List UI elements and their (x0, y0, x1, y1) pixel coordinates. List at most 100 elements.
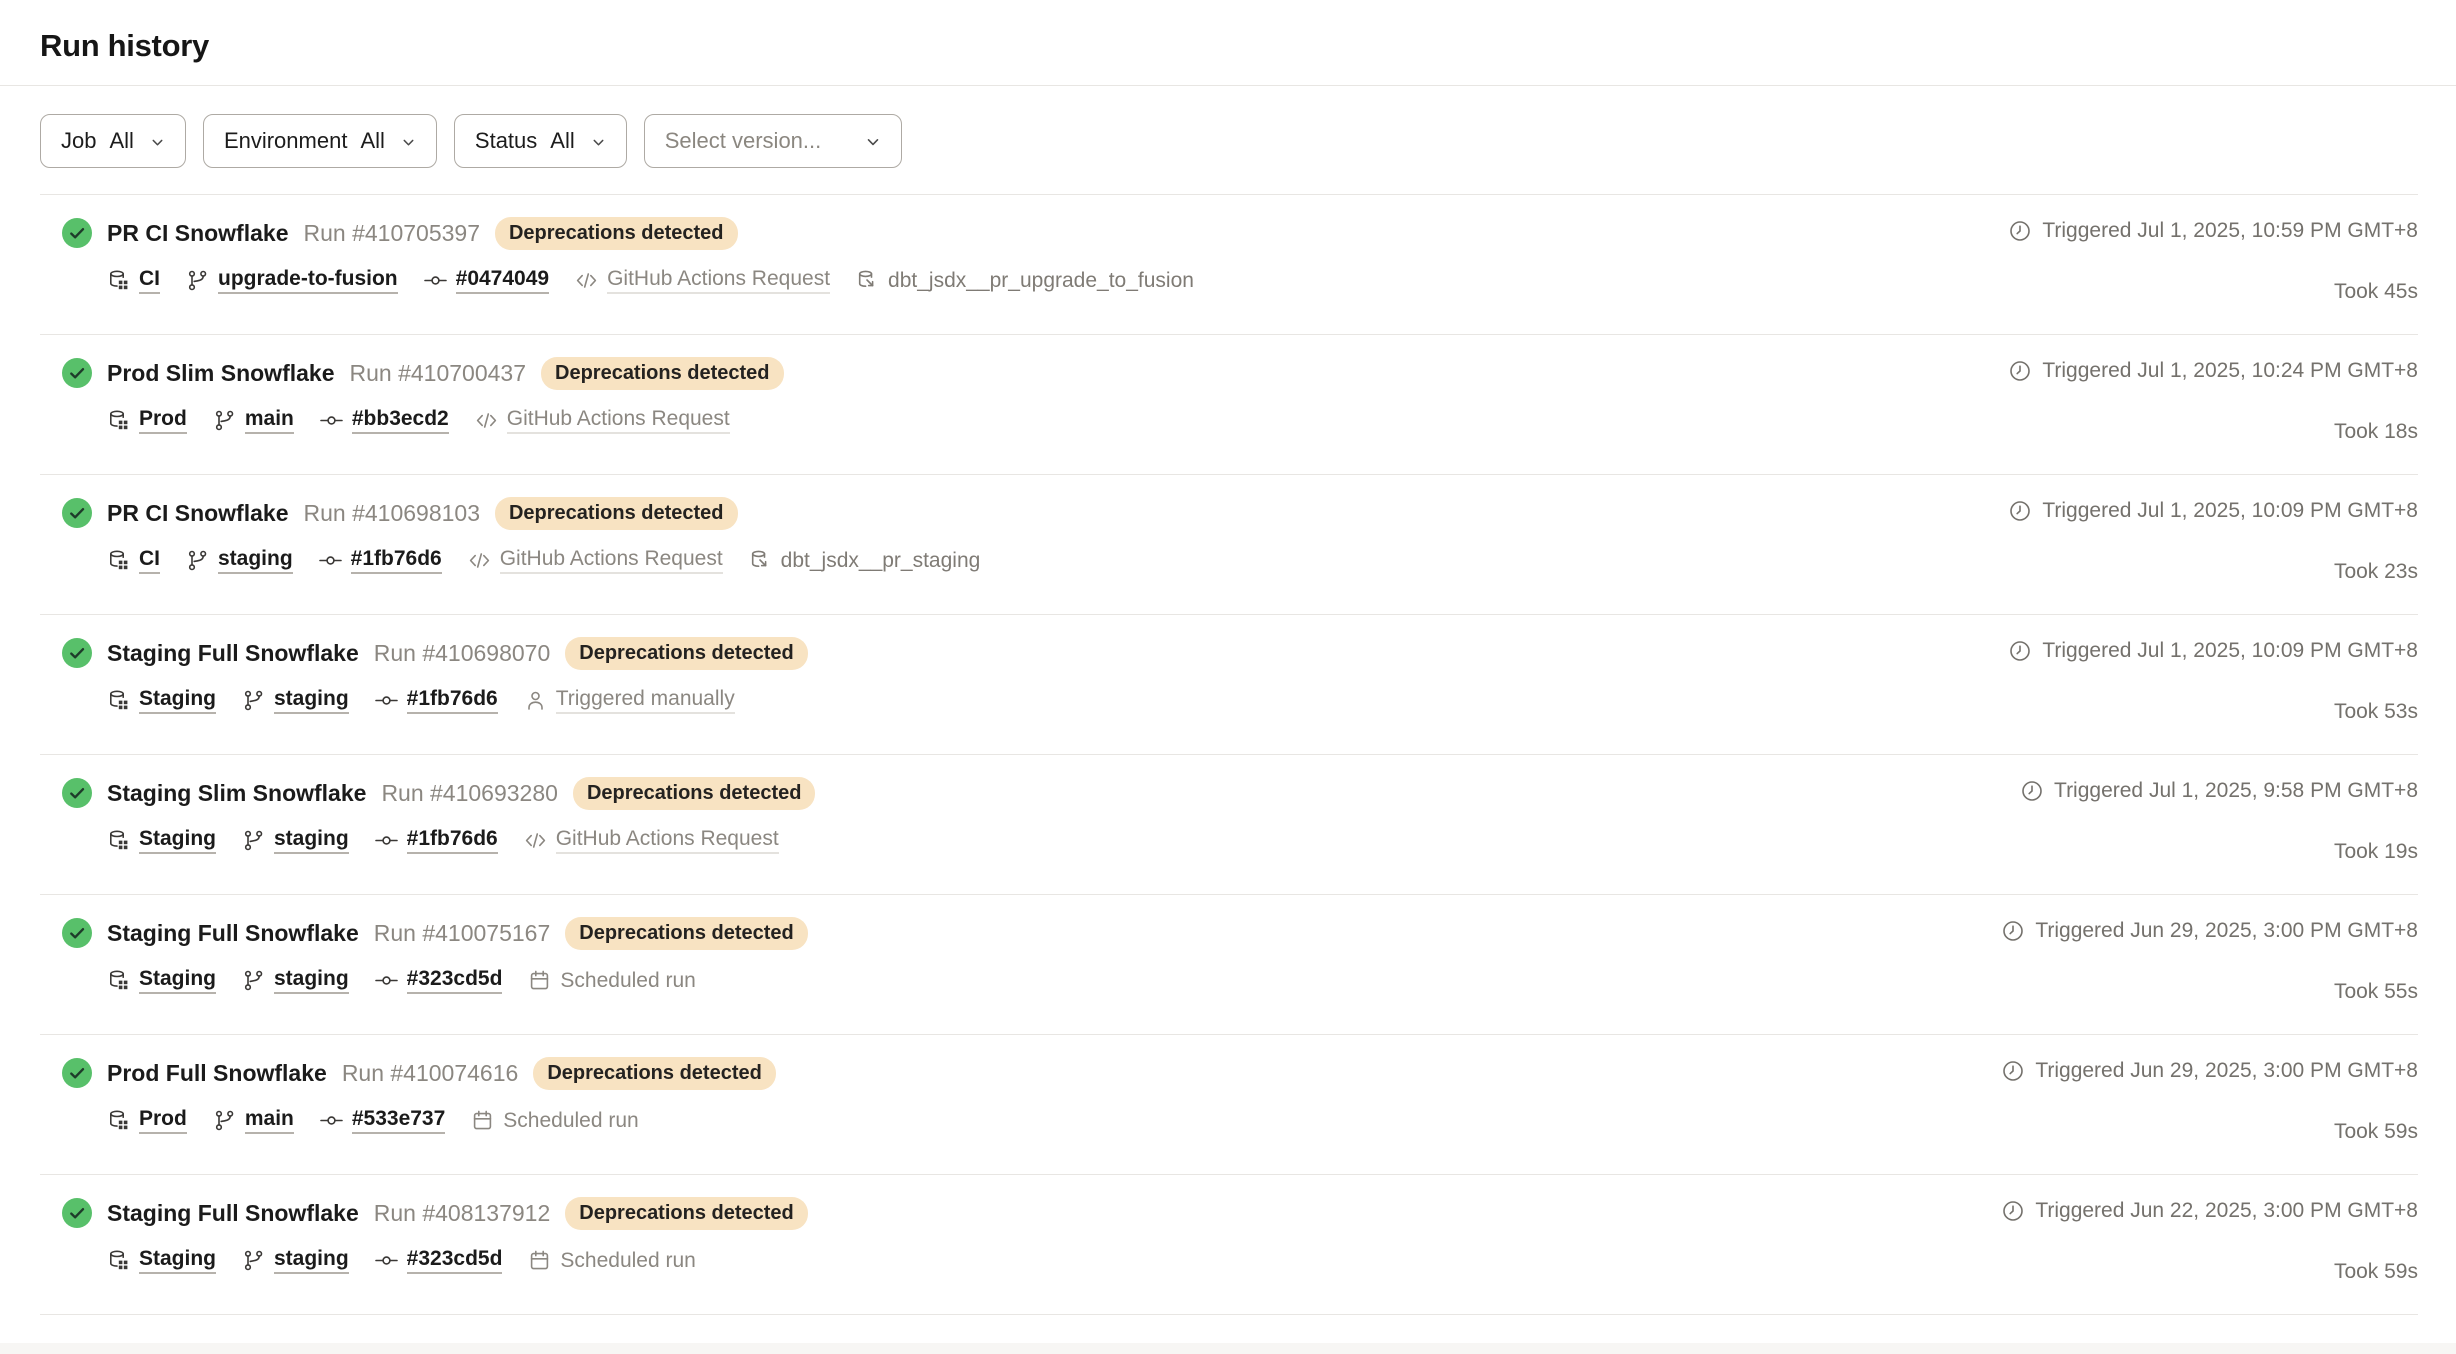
run-name-link[interactable]: PR CI Snowflake (107, 500, 288, 527)
trigger-label: GitHub Actions Request (607, 267, 830, 294)
deprecations-badge: Deprecations detected (495, 497, 738, 530)
run-row: Staging Full Snowflake Run #410698070 De… (40, 615, 2418, 755)
environment-icon (107, 969, 130, 992)
commit-link[interactable]: #533e737 (320, 1107, 445, 1134)
environment-link[interactable]: CI (107, 267, 160, 294)
run-main: Prod Slim Snowflake Run #410700437 Depre… (107, 356, 1993, 434)
filter-toolbar: Job All Environment All Status All Selec… (0, 86, 2456, 194)
triggered-time: Triggered Jun 29, 2025, 3:00 PM GMT+8 (2001, 1059, 2418, 1083)
version-filter-placeholder: Select version... (665, 128, 822, 154)
run-row: Staging Slim Snowflake Run #410693280 De… (40, 755, 2418, 895)
branch-link[interactable]: staging (186, 547, 293, 574)
environment-link[interactable]: CI (107, 547, 160, 574)
run-name-link[interactable]: PR CI Snowflake (107, 220, 288, 247)
run-name-link[interactable]: Staging Full Snowflake (107, 920, 359, 947)
commit-icon (375, 829, 398, 852)
run-name-link[interactable]: Staging Full Snowflake (107, 640, 359, 667)
triggered-time-text: Triggered Jul 1, 2025, 10:24 PM GMT+8 (2042, 359, 2418, 383)
commit-hash: #533e737 (352, 1107, 445, 1134)
environment-icon (107, 269, 130, 292)
page-title: Run history (40, 28, 209, 64)
triggered-time: Triggered Jul 1, 2025, 10:59 PM GMT+8 (2008, 219, 2418, 243)
commit-link[interactable]: #0474049 (424, 267, 549, 294)
environment-icon (107, 829, 130, 852)
git-branch-icon (186, 549, 209, 572)
clock-icon (2008, 219, 2032, 243)
commit-link[interactable]: #1fb76d6 (319, 547, 442, 574)
version-filter-select[interactable]: Select version... (644, 114, 902, 168)
branch-link[interactable]: staging (242, 1247, 349, 1274)
trigger-type[interactable]: GitHub Actions Request (475, 407, 730, 434)
branch-link[interactable]: main (213, 1107, 294, 1134)
environment-link[interactable]: Staging (107, 827, 216, 854)
environment-link[interactable]: Staging (107, 1247, 216, 1274)
run-main: Prod Full Snowflake Run #410074616 Depre… (107, 1056, 1986, 1134)
branch-name: staging (274, 827, 349, 854)
run-row: PR CI Snowflake Run #410698103 Deprecati… (40, 475, 2418, 615)
run-name-link[interactable]: Staging Full Snowflake (107, 1200, 359, 1227)
horizontal-scrollbar-track[interactable] (0, 1343, 2456, 1354)
job-filter-dropdown[interactable]: Job All (40, 114, 186, 168)
trigger-type[interactable]: GitHub Actions Request (575, 267, 830, 294)
trigger-type[interactable]: Triggered manually (524, 687, 735, 714)
run-timing: Triggered Jul 1, 2025, 10:59 PM GMT+8 To… (2008, 216, 2418, 304)
environment-link[interactable]: Staging (107, 967, 216, 994)
branch-name: main (245, 1107, 294, 1134)
commit-link[interactable]: #323cd5d (375, 1247, 503, 1274)
trigger-type[interactable]: GitHub Actions Request (524, 827, 779, 854)
environment-name: Prod (139, 1107, 187, 1134)
branch-name: staging (218, 547, 293, 574)
calendar-icon (471, 1109, 494, 1132)
trigger-label: Scheduled run (503, 1109, 638, 1133)
run-success-icon (62, 498, 92, 528)
run-main: PR CI Snowflake Run #410705397 Deprecati… (107, 216, 1993, 294)
run-timing: Triggered Jun 29, 2025, 3:00 PM GMT+8 To… (2001, 916, 2418, 1004)
clock-icon (2020, 779, 2044, 803)
branch-link[interactable]: staging (242, 827, 349, 854)
environment-filter-value: All (360, 128, 384, 154)
commit-hash: #323cd5d (407, 1247, 503, 1274)
triggered-time-text: Triggered Jul 1, 2025, 10:59 PM GMT+8 (2042, 219, 2418, 243)
triggered-time-text: Triggered Jul 1, 2025, 10:09 PM GMT+8 (2042, 639, 2418, 663)
environment-link[interactable]: Prod (107, 1107, 187, 1134)
run-name-link[interactable]: Prod Slim Snowflake (107, 360, 335, 387)
environment-link[interactable]: Prod (107, 407, 187, 434)
run-row: Staging Full Snowflake Run #410075167 De… (40, 895, 2418, 1035)
environment-name: CI (139, 267, 160, 294)
commit-link[interactable]: #bb3ecd2 (320, 407, 449, 434)
environment-name: Staging (139, 827, 216, 854)
run-success-icon (62, 218, 92, 248)
run-number: Run #410705397 (303, 220, 480, 247)
trigger-type: Scheduled run (471, 1109, 638, 1133)
calendar-icon (528, 969, 551, 992)
clock-icon (2008, 639, 2032, 663)
commit-link[interactable]: #323cd5d (375, 967, 503, 994)
trigger-type[interactable]: GitHub Actions Request (468, 547, 723, 574)
code-icon (475, 409, 498, 432)
trigger-label: Scheduled run (560, 1249, 695, 1273)
commit-link[interactable]: #1fb76d6 (375, 687, 498, 714)
schema-name: dbt_jsdx__pr_staging (781, 549, 981, 573)
branch-link[interactable]: staging (242, 687, 349, 714)
run-row: Staging Full Snowflake Run #408137912 De… (40, 1175, 2418, 1315)
environment-link[interactable]: Staging (107, 687, 216, 714)
clock-icon (2001, 1059, 2025, 1083)
commit-link[interactable]: #1fb76d6 (375, 827, 498, 854)
branch-name: upgrade-to-fusion (218, 267, 398, 294)
run-success-icon (62, 638, 92, 668)
git-branch-icon (213, 1109, 236, 1132)
branch-link[interactable]: main (213, 407, 294, 434)
branch-link[interactable]: upgrade-to-fusion (186, 267, 398, 294)
status-filter-dropdown[interactable]: Status All (454, 114, 627, 168)
commit-hash: #1fb76d6 (407, 687, 498, 714)
triggered-time: Triggered Jul 1, 2025, 10:24 PM GMT+8 (2008, 359, 2418, 383)
environment-filter-dropdown[interactable]: Environment All (203, 114, 437, 168)
environment-name: Staging (139, 687, 216, 714)
commit-hash: #1fb76d6 (407, 827, 498, 854)
status-filter-value: All (550, 128, 574, 154)
run-main: Staging Full Snowflake Run #408137912 De… (107, 1196, 1986, 1274)
branch-link[interactable]: staging (242, 967, 349, 994)
run-name-link[interactable]: Staging Slim Snowflake (107, 780, 366, 807)
run-name-link[interactable]: Prod Full Snowflake (107, 1060, 327, 1087)
trigger-label: Triggered manually (556, 687, 735, 714)
